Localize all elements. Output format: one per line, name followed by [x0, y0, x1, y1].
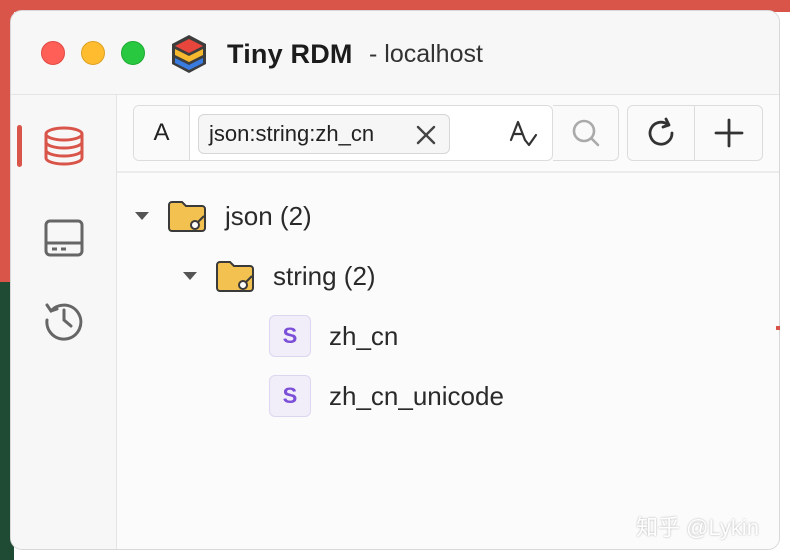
- match-case-icon[interactable]: [508, 118, 538, 148]
- title-bar: Tiny RDM - localhost: [11, 11, 779, 95]
- app-logo-icon: [172, 35, 206, 73]
- database-icon: [44, 126, 84, 166]
- window-close-button[interactable]: [41, 41, 65, 65]
- toolbar-divider: [117, 171, 779, 173]
- search-button[interactable]: [553, 105, 619, 161]
- connection-name: - localhost: [369, 40, 483, 68]
- app-title: Tiny RDM: [227, 39, 353, 69]
- search-icon: [572, 119, 599, 147]
- close-icon[interactable]: [415, 124, 437, 146]
- type-filter-button[interactable]: A: [134, 106, 190, 160]
- caret-down-icon[interactable]: [133, 207, 151, 225]
- filter-input-group: A json:string:zh_cn: [133, 105, 553, 161]
- watermark: 知乎 @Lykin: [636, 515, 759, 540]
- app-window: Tiny RDM - localhost A json:string:zh_cn…: [10, 10, 780, 550]
- server-icon: [44, 219, 84, 257]
- tree-node-string[interactable]: string (2): [181, 251, 376, 301]
- tree-node-label: zh_cn: [329, 320, 399, 351]
- activity-server[interactable]: [11, 203, 117, 273]
- tree-node-zh-cn[interactable]: S zh_cn: [269, 311, 398, 361]
- refresh-button[interactable]: [628, 106, 695, 160]
- tree-node-label: json (2): [225, 200, 312, 231]
- tree-node-json[interactable]: json (2): [133, 191, 312, 241]
- add-key-button[interactable]: [695, 106, 762, 160]
- main-panel: A json:string:zh_cn json (2) string (2) …: [117, 95, 779, 549]
- filter-tag[interactable]: json:string:zh_cn: [198, 114, 450, 154]
- key-type-badge: S: [269, 315, 311, 357]
- tree-node-label: string (2): [273, 260, 376, 291]
- activity-browser[interactable]: [11, 111, 117, 181]
- activity-history[interactable]: [11, 285, 117, 355]
- tree-node-zh-cn-unicode[interactable]: S zh_cn_unicode: [269, 371, 504, 421]
- window-maximize-button[interactable]: [121, 41, 145, 65]
- folder-key-icon: [168, 201, 206, 232]
- activity-bar: [11, 95, 117, 549]
- caret-down-icon[interactable]: [181, 267, 199, 285]
- resize-marker: [776, 326, 780, 330]
- window-minimize-button[interactable]: [81, 41, 105, 65]
- refresh-icon: [648, 117, 674, 146]
- tree-actions: [627, 105, 763, 161]
- plus-icon: [714, 118, 743, 148]
- tree-node-label: zh_cn_unicode: [329, 380, 504, 411]
- key-type-badge: S: [269, 375, 311, 417]
- history-icon: [45, 303, 83, 341]
- filter-tag-text: json:string:zh_cn: [209, 121, 375, 146]
- folder-key-icon: [216, 261, 254, 292]
